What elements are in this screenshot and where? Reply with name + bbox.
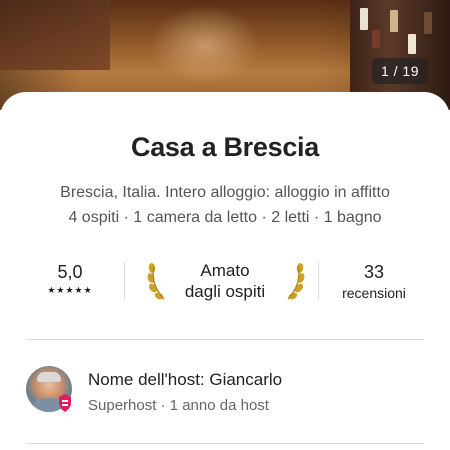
listing-card: Casa a Brescia Brescia, Italia. Intero a… [0, 92, 450, 450]
stats-row: 5,0 ★★★★★ Amato dagli ospiti 33 recensio… [28, 260, 424, 304]
photo-counter: 1 / 19 [371, 58, 428, 84]
detail-separator: · [119, 209, 134, 226]
listing-details: 4 ospiti · 1 camera da letto · 2 letti ·… [0, 209, 450, 227]
rating-stars: ★★★★★ [47, 285, 93, 295]
stats-divider [318, 262, 319, 300]
listing-subtitle: Brescia, Italia. Intero alloggio: allogg… [60, 184, 390, 201]
detail-separator: · [257, 209, 272, 226]
reviews-stat[interactable]: 33 recensioni [324, 260, 424, 301]
photo-wall [0, 0, 110, 70]
detail-bathrooms: 1 bagno [323, 209, 382, 226]
detail-guests: 4 ospiti [68, 209, 120, 226]
host-name[interactable]: Nome dell'host: Giancarlo [88, 370, 282, 390]
rating-value: 5,0 [57, 262, 83, 282]
avatar-hair [37, 372, 61, 382]
guest-favorite-badge: Amato dagli ospiti [140, 260, 310, 304]
detail-bedrooms: 1 camera da letto [133, 209, 257, 226]
rating-stat[interactable]: 5,0 ★★★★★ [28, 260, 112, 296]
laurel-right-icon [287, 263, 305, 300]
reviews-count: 33 [363, 262, 385, 282]
detail-beds: 2 letti [271, 209, 310, 226]
listing-title: Casa a Brescia [131, 132, 319, 162]
section-divider [26, 443, 424, 444]
laurel-left-icon [147, 263, 165, 300]
section-divider [26, 339, 424, 340]
superhost-badge-icon [59, 394, 71, 412]
guest-favorite-label: Amato dagli ospiti [168, 260, 282, 302]
reviews-label: recensioni [342, 285, 406, 301]
guest-favorite-line2: dagli ospiti [184, 282, 266, 301]
detail-separator: · [309, 209, 324, 226]
photo-light [150, 5, 260, 85]
host-meta: Superhost · 1 anno da host [88, 397, 269, 414]
guest-favorite-line1: Amato [200, 261, 250, 280]
stats-divider [124, 262, 125, 300]
